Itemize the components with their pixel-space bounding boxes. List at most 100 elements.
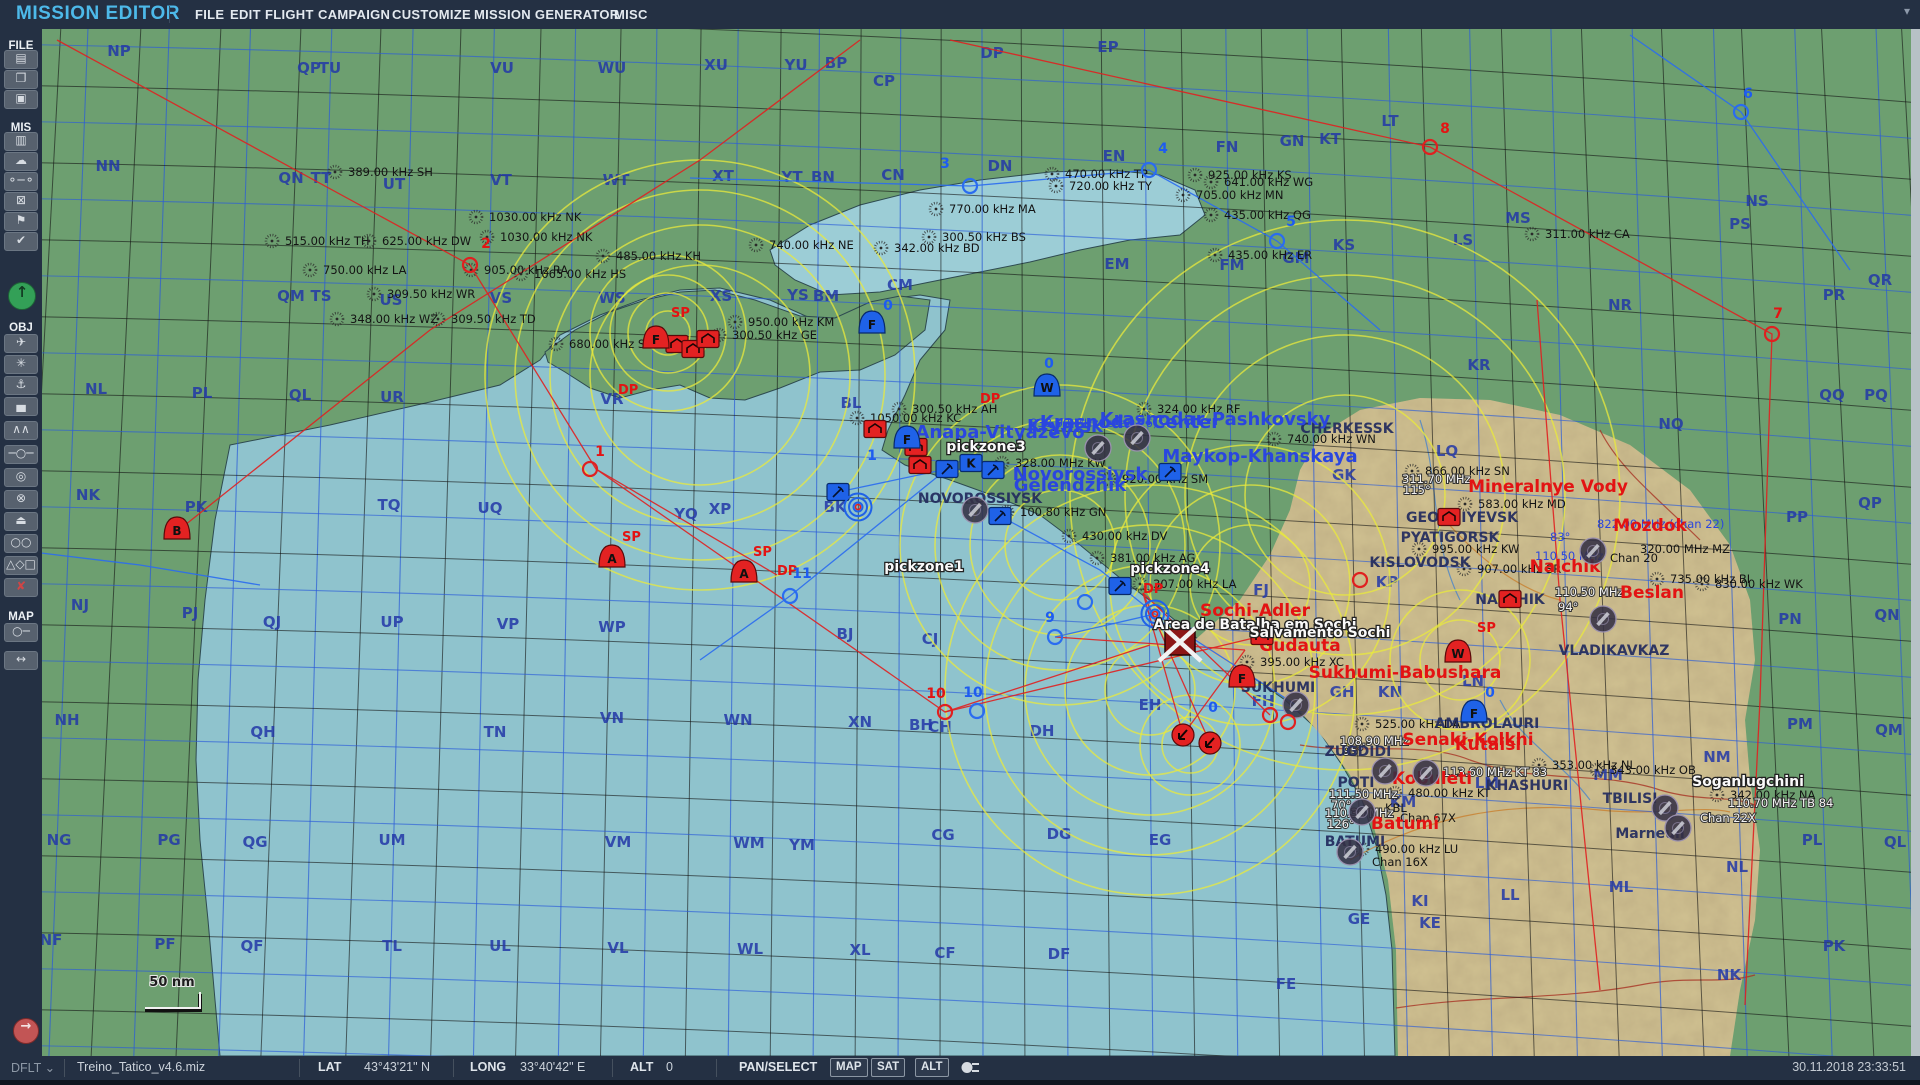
red-unit[interactable] xyxy=(697,331,719,348)
blue-unit[interactable]: K xyxy=(960,455,982,472)
validate-button[interactable]: ✔ xyxy=(4,232,38,251)
map-canvas[interactable]: NPQPTUVUWUXUYUBPCPDPEPNNQNTTUTVTWTXTYTBN… xyxy=(0,0,1920,1080)
svg-text:0: 0 xyxy=(1044,356,1054,372)
measure-distance-button[interactable]: ↔ xyxy=(4,651,38,670)
svg-text:PN: PN xyxy=(1778,610,1802,628)
add-ship-group-button[interactable]: ⚓ xyxy=(4,376,38,395)
svg-text:Kutaisi: Kutaisi xyxy=(1455,735,1521,755)
blue-unit[interactable] xyxy=(1159,464,1181,481)
menu-item-mission-generator[interactable]: MISSION GENERATOR xyxy=(474,7,619,22)
airfield-icon[interactable] xyxy=(1665,815,1691,841)
svg-text:Batumi: Batumi xyxy=(1371,814,1439,834)
add-airplane-group-button[interactable]: ✈ xyxy=(4,334,38,353)
svg-text:NM: NM xyxy=(1703,748,1730,766)
svg-text:UR: UR xyxy=(380,388,404,406)
menu-item-edit[interactable]: EDIT xyxy=(230,7,261,22)
svg-text:FE: FE xyxy=(1276,975,1297,993)
svg-text:TN: TN xyxy=(484,723,507,741)
svg-text:pickzone4: pickzone4 xyxy=(1130,561,1210,577)
airfield-icon[interactable] xyxy=(1590,606,1616,632)
svg-text:PP: PP xyxy=(1786,508,1808,526)
blue-unit[interactable] xyxy=(936,461,958,478)
red-round-unit[interactable] xyxy=(1172,724,1194,746)
red-unit[interactable] xyxy=(1438,509,1460,526)
blue-unit[interactable] xyxy=(827,484,849,501)
weather-button[interactable]: ☁ xyxy=(4,152,38,171)
red-round-unit[interactable] xyxy=(1199,732,1221,754)
svg-text:515.00 kHz TH: 515.00 kHz TH xyxy=(285,234,370,248)
svg-text:0: 0 xyxy=(1485,685,1495,701)
linked-groups-button[interactable]: ○○ xyxy=(4,534,38,553)
svg-text:KR: KR xyxy=(1467,356,1491,374)
airfield-icon[interactable] xyxy=(962,497,988,523)
add-static-object-button[interactable]: ⏏ xyxy=(4,512,38,531)
menu-item-customize[interactable]: CUSTOMIZE xyxy=(392,7,471,22)
generator-button[interactable]: ⊠ xyxy=(4,192,38,211)
svg-text:GN: GN xyxy=(1280,132,1305,150)
red-unit[interactable] xyxy=(1499,591,1521,608)
svg-text:QM: QM xyxy=(277,287,305,305)
svg-text:BJ: BJ xyxy=(836,625,853,643)
svg-text:K: K xyxy=(966,457,976,471)
svg-text:MS: MS xyxy=(1505,209,1531,227)
svg-text:830.00 kHz WK: 830.00 kHz WK xyxy=(1715,577,1803,591)
add-trigger-zone-button[interactable]: ◎ xyxy=(4,468,38,487)
add-helicopter-group-button[interactable]: ✳ xyxy=(4,355,38,374)
window-collapse-icon[interactable]: ▾ xyxy=(1904,4,1910,18)
red-unit[interactable] xyxy=(864,421,886,438)
add-vehicle-group-button[interactable]: ▄ xyxy=(4,397,38,416)
map-scrollbar[interactable] xyxy=(1911,29,1920,1056)
svg-text:BM: BM xyxy=(813,287,839,305)
airfield-icon[interactable] xyxy=(1372,758,1398,784)
delete-button[interactable]: ✘ xyxy=(4,578,38,597)
svg-text:1065.00 kHz HS: 1065.00 kHz HS xyxy=(534,267,626,281)
svg-text:1: 1 xyxy=(595,444,605,460)
view-alt-button[interactable]: ALT xyxy=(915,1058,949,1077)
menu-item-flight[interactable]: FLIGHT xyxy=(265,7,314,22)
svg-text:QQ: QQ xyxy=(1819,386,1845,404)
airfield-icon[interactable] xyxy=(1349,799,1375,825)
view-sat-button[interactable]: SAT xyxy=(871,1058,905,1077)
blue-unit[interactable] xyxy=(982,462,1004,479)
red-unit[interactable] xyxy=(909,457,931,474)
svg-text:QH: QH xyxy=(250,723,275,741)
svg-text:WM: WM xyxy=(733,834,764,852)
svg-text:CN: CN xyxy=(881,166,905,184)
connector-icon[interactable] xyxy=(959,1059,981,1079)
svg-text:SP: SP xyxy=(671,306,690,321)
airfield-icon[interactable] xyxy=(1124,425,1150,451)
svg-text:KS: KS xyxy=(1333,236,1355,254)
view-map-button[interactable]: MAP xyxy=(830,1058,868,1077)
menu-item-misc[interactable]: MISC xyxy=(614,7,648,22)
new-mission-button[interactable]: ▤ xyxy=(4,50,38,69)
menu-item-campaign[interactable]: CAMPAIGN xyxy=(318,7,390,22)
theatre-select[interactable]: DFLT ⌄ xyxy=(11,1060,55,1075)
draw-shapes-button[interactable]: △◇□ xyxy=(4,556,38,575)
airfield-icon[interactable] xyxy=(1337,839,1363,865)
svg-text:0: 0 xyxy=(1208,700,1218,716)
fly-mission-button[interactable]: ↑ xyxy=(8,282,36,310)
svg-text:TL: TL xyxy=(382,937,402,955)
map-area[interactable]: NPQPTUVUWUXUYUBPCPDPEPNNQNTTUTVTWTXTYTBN… xyxy=(0,0,1920,1080)
open-mission-button[interactable]: ❐ xyxy=(4,70,38,89)
save-mission-button[interactable]: ▣ xyxy=(4,90,38,109)
goals-button[interactable]: ⚑ xyxy=(4,212,38,231)
airfield-icon[interactable] xyxy=(1580,538,1606,564)
svg-text:POTI: POTI xyxy=(1338,775,1375,791)
airfield-icon[interactable] xyxy=(1413,760,1439,786)
svg-text:BP: BP xyxy=(825,54,847,72)
menu-item-file[interactable]: FILE xyxy=(195,7,224,22)
blue-unit[interactable] xyxy=(1109,578,1131,595)
add-farp-button[interactable]: ⊗ xyxy=(4,490,38,509)
svg-text:343.00 kHz OB: 343.00 kHz OB xyxy=(1610,763,1696,777)
blue-unit[interactable] xyxy=(989,508,1011,525)
map-options-button[interactable]: ○─ xyxy=(4,623,38,642)
triggers-button[interactable]: ⚬─⚬ xyxy=(4,172,38,191)
svg-text:115°: 115° xyxy=(1403,483,1431,497)
add-template-button[interactable]: ∧∧ xyxy=(4,421,38,440)
briefing-button[interactable]: ▥ xyxy=(4,132,38,151)
add-waypoint-button[interactable]: ─○─ xyxy=(4,445,38,464)
svg-text:QP: QP xyxy=(297,59,321,77)
exit-button[interactable]: → xyxy=(13,1018,39,1044)
airfield-icon[interactable] xyxy=(1085,435,1111,461)
